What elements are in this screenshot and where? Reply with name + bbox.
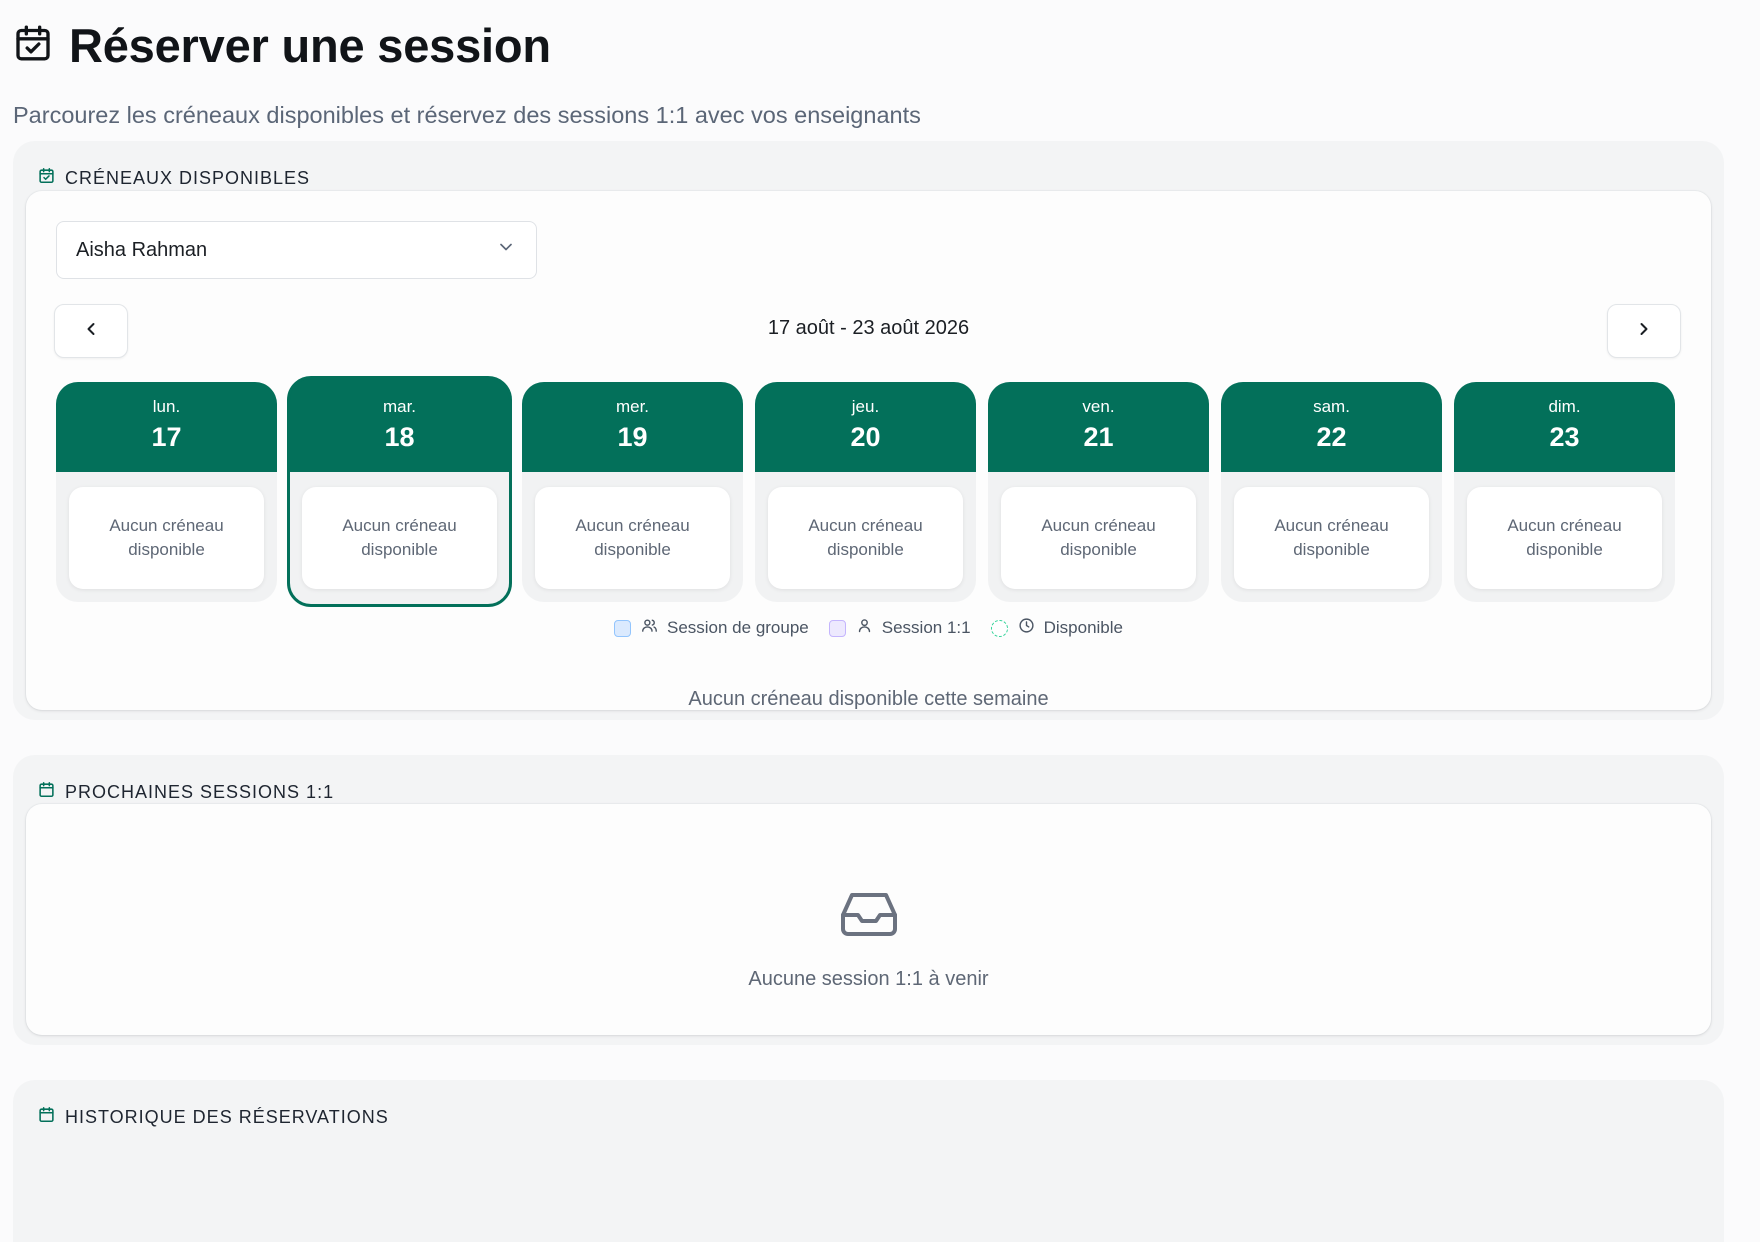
legend-label: Disponible: [1043, 618, 1123, 637]
available-slots-section: CRÉNEAUX DISPONIBLES Aisha Rahman 17 aoû…: [13, 141, 1724, 720]
slots-card: Aisha Rahman 17 août - 23 août 2026 lun.…: [26, 191, 1711, 710]
day-name: dim.: [1548, 397, 1581, 416]
no-slot-message: Aucun créneau disponible: [768, 487, 963, 589]
day-number: 17: [151, 422, 182, 452]
week-range-label: 17 août - 23 août 2026: [767, 317, 970, 339]
legend-one-on-one-session: Session 1:1: [828, 617, 971, 639]
empty-upcoming-message: Aucune session 1:1 à venir: [748, 968, 989, 990]
legend-available: Disponible: [990, 617, 1123, 639]
booking-history-section: HISTORIQUE DES RÉSERVATIONS: [13, 1080, 1724, 1242]
slot-legend: Session de groupe Session 1:1 Disponible: [26, 617, 1711, 639]
calendar-icon: [38, 1106, 55, 1128]
day-number: 19: [617, 422, 648, 452]
no-slot-message: Aucun créneau disponible: [302, 487, 497, 589]
group-swatch: [613, 619, 631, 637]
no-slot-message: Aucun créneau disponible: [69, 487, 264, 589]
one-on-one-swatch: [828, 619, 846, 637]
day-name: ven.: [1082, 397, 1115, 416]
day-column[interactable]: sam. 22 Aucun créneau disponible: [1221, 382, 1442, 602]
no-slot-message: Aucun créneau disponible: [1001, 487, 1196, 589]
day-name: lun.: [152, 397, 181, 416]
day-column[interactable]: dim. 23 Aucun créneau disponible: [1454, 382, 1675, 602]
calendar-check-icon: [38, 167, 55, 189]
day-column[interactable]: mer. 19 Aucun créneau disponible: [522, 382, 743, 602]
teacher-select-value: Aisha Rahman: [76, 238, 208, 261]
day-column-selected[interactable]: mar. 18 Aucun créneau disponible: [287, 376, 512, 607]
user-icon: [856, 617, 882, 639]
legend-label: Session 1:1: [881, 618, 971, 637]
calendar-icon: [38, 781, 55, 803]
day-name: sam.: [1313, 397, 1350, 416]
available-swatch: [990, 619, 1008, 637]
page-subtitle: Parcourez les créneaux disponibles et ré…: [13, 102, 921, 128]
teacher-select[interactable]: Aisha Rahman: [56, 221, 537, 279]
day-number: 18: [384, 422, 415, 452]
day-name: jeu.: [851, 397, 880, 416]
clock-icon: [1018, 617, 1044, 639]
no-slot-message: Aucun créneau disponible: [535, 487, 730, 589]
day-name: mer.: [615, 397, 650, 416]
section-title: HISTORIQUE DES RÉSERVATIONS: [65, 1106, 389, 1127]
day-number: 23: [1549, 422, 1580, 452]
legend-label: Session de groupe: [666, 618, 809, 637]
day-number: 22: [1316, 422, 1347, 452]
page-title: Réserver une session: [69, 18, 551, 72]
no-slot-message: Aucun créneau disponible: [1467, 487, 1662, 589]
section-title: PROCHAINES SESSIONS 1:1: [65, 781, 335, 802]
calendar-check-icon: [13, 23, 53, 68]
week-days: lun. 17 Aucun créneau disponible mar. 18…: [56, 376, 1681, 607]
inbox-icon: [840, 889, 898, 942]
upcoming-sessions-section: PROCHAINES SESSIONS 1:1 Aucune session 1…: [13, 755, 1724, 1045]
upcoming-card: Aucune session 1:1 à venir: [26, 804, 1711, 1035]
day-number: 20: [850, 422, 881, 452]
section-title: CRÉNEAUX DISPONIBLES: [65, 167, 311, 188]
day-column[interactable]: lun. 17 Aucun créneau disponible: [56, 382, 277, 602]
empty-week-message: Aucun créneau disponible cette semaine: [688, 688, 1049, 710]
no-slot-message: Aucun créneau disponible: [1234, 487, 1429, 589]
day-column[interactable]: ven. 21 Aucun créneau disponible: [988, 382, 1209, 602]
page-header: Réserver une session Parcourez les créne…: [13, 18, 1713, 129]
day-column[interactable]: jeu. 20 Aucun créneau disponible: [755, 382, 976, 602]
day-name: mar.: [382, 397, 417, 416]
chevron-down-icon: [496, 237, 516, 263]
users-icon: [641, 617, 667, 639]
legend-group-session: Session de groupe: [613, 617, 809, 639]
next-week-button[interactable]: [1607, 304, 1681, 358]
chevron-right-icon: [1634, 319, 1654, 344]
day-number: 21: [1083, 422, 1114, 452]
